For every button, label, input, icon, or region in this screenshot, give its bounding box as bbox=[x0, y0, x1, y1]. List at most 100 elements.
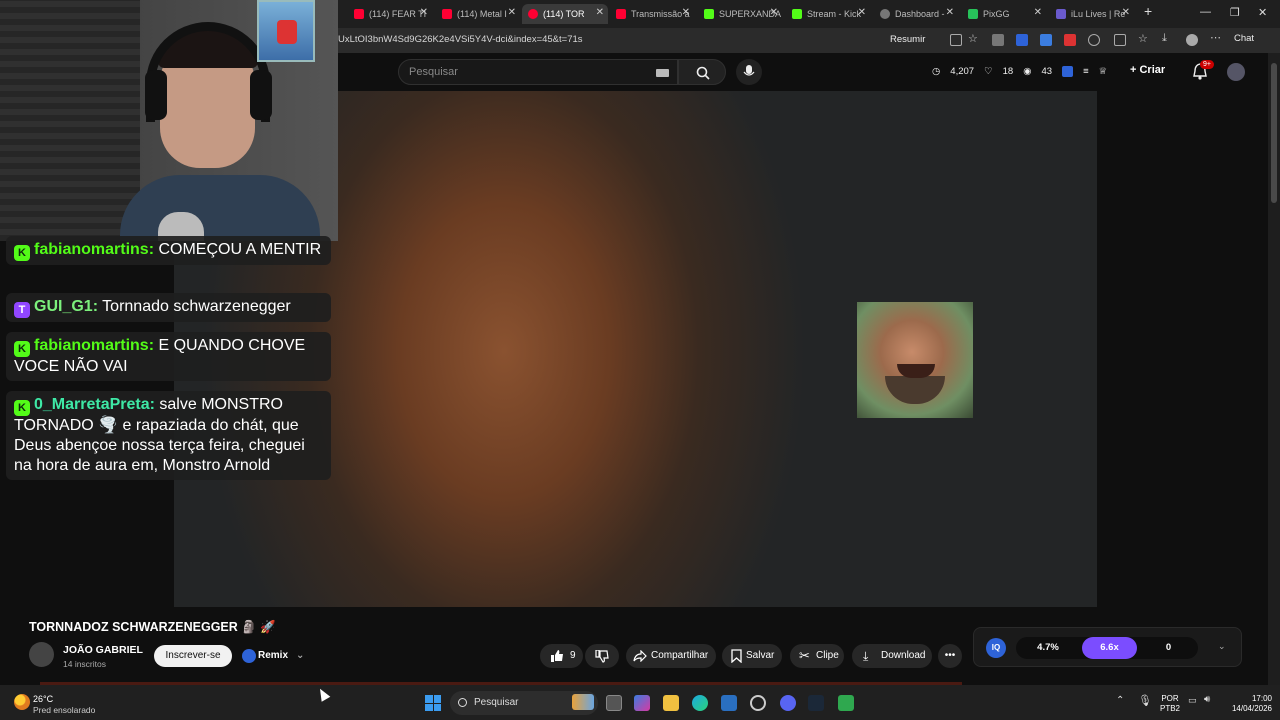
save-button[interactable]: Salvar bbox=[722, 644, 782, 668]
close-icon[interactable]: ✕ bbox=[508, 7, 516, 18]
bookmark-icon bbox=[731, 649, 742, 663]
copilot-icon[interactable] bbox=[634, 695, 650, 711]
language-indicator[interactable]: POR PTB2 bbox=[1160, 694, 1180, 714]
close-icon[interactable]: ✕ bbox=[858, 7, 866, 18]
store-icon[interactable] bbox=[721, 695, 737, 711]
page-scrollbar[interactable] bbox=[1268, 53, 1280, 685]
search-input[interactable]: Pesquisar bbox=[398, 59, 678, 85]
extension-icon[interactable] bbox=[1016, 34, 1028, 46]
remix-button[interactable]: Remix ⌄ bbox=[240, 645, 310, 667]
kick-icon: K bbox=[14, 245, 30, 261]
copilot-chat-button[interactable]: Chat bbox=[1234, 33, 1254, 44]
edge-icon[interactable] bbox=[692, 695, 708, 711]
chevron-up-icon[interactable]: ⌃ bbox=[1116, 695, 1124, 706]
browser-tab[interactable]: iLu Lives | Re ✕ bbox=[1050, 4, 1134, 24]
subscribe-button[interactable]: Inscrever-se bbox=[154, 645, 232, 667]
microphone-icon bbox=[743, 65, 755, 76]
task-view-icon[interactable] bbox=[606, 695, 622, 711]
translate-icon[interactable] bbox=[1040, 34, 1052, 46]
window-close-icon[interactable]: ✕ bbox=[1258, 6, 1267, 19]
start-button[interactable] bbox=[425, 695, 441, 711]
network-icon[interactable]: ▭ bbox=[1188, 695, 1197, 706]
close-icon[interactable]: ✕ bbox=[596, 7, 604, 18]
youtube-icon bbox=[442, 9, 452, 19]
voice-search-button[interactable] bbox=[736, 59, 762, 85]
browser-tab[interactable]: (114) Metal I ✕ bbox=[436, 4, 520, 24]
favorites-icon[interactable]: ☆ bbox=[1138, 32, 1150, 45]
share-button[interactable]: Compartilhar bbox=[626, 644, 716, 668]
close-icon[interactable]: ✕ bbox=[770, 7, 778, 18]
channel-avatar[interactable] bbox=[29, 642, 54, 667]
download-button[interactable]: ⤓ Download bbox=[852, 644, 932, 668]
views-icon: ◷ bbox=[932, 66, 941, 77]
eye-icon: ◉ bbox=[1023, 66, 1032, 77]
download-icon: ⤓ bbox=[863, 649, 869, 663]
browser-tab[interactable]: SUPERXANDA ✕ bbox=[698, 4, 782, 24]
app-icon[interactable] bbox=[750, 695, 766, 711]
keyboard-icon[interactable] bbox=[656, 69, 669, 77]
extension-icon[interactable] bbox=[1088, 34, 1100, 46]
close-icon[interactable]: ✕ bbox=[1122, 7, 1130, 18]
trophy-icon[interactable]: ♕ bbox=[1099, 66, 1108, 77]
account-avatar[interactable] bbox=[1227, 63, 1245, 81]
new-tab-icon[interactable]: + bbox=[1144, 3, 1152, 19]
star-icon[interactable]: ☆ bbox=[968, 32, 980, 45]
app-icon[interactable] bbox=[838, 695, 854, 711]
likes-icon: ♡ bbox=[984, 66, 993, 77]
weather-description: Pred ensolarado bbox=[33, 705, 96, 715]
profile-avatar[interactable] bbox=[1186, 34, 1198, 46]
extension-value[interactable]: 4.7% bbox=[1018, 637, 1078, 659]
extension-value-selected[interactable]: 6.6x bbox=[1082, 637, 1137, 659]
download-icon[interactable]: ⤓ bbox=[1162, 32, 1174, 44]
clock[interactable]: 17:00 14/04/2026 bbox=[1222, 694, 1272, 714]
channel-name[interactable]: JOÃO GABRIEL bbox=[63, 644, 143, 656]
browser-tab[interactable]: (114) FEAR TI ✕ bbox=[348, 4, 432, 24]
youtube-icon bbox=[528, 9, 538, 19]
chat-text: COMEÇOU A MENTIR bbox=[158, 241, 322, 258]
discord-icon[interactable] bbox=[780, 695, 796, 711]
browser-tab-active[interactable]: (114) TOR ✕ bbox=[522, 4, 608, 24]
browser-tab[interactable]: Dashboard - ✕ bbox=[874, 4, 958, 24]
notification-badge: 9+ bbox=[1200, 60, 1214, 69]
url-field[interactable]: UxLtOI3bnW4Sd9G26K2e4VSi5Y4V-dci&index=4… bbox=[338, 34, 583, 45]
browser-tab[interactable]: PixGG ✕ bbox=[962, 4, 1046, 24]
search-button[interactable] bbox=[678, 59, 726, 85]
browser-tab[interactable]: Stream - Kick ✕ bbox=[786, 4, 870, 24]
chevron-down-icon[interactable]: ⌄ bbox=[1218, 641, 1226, 652]
clip-button[interactable]: ✂ Clipe bbox=[790, 644, 844, 668]
close-icon[interactable]: ✕ bbox=[1034, 7, 1042, 18]
puzzle-icon[interactable] bbox=[1114, 34, 1126, 46]
chat-message: K 0_MarretaPreta: salve MONSTRO TORNADO 🌪… bbox=[6, 391, 331, 480]
dislike-button[interactable] bbox=[585, 644, 619, 668]
list-icon[interactable]: ≡ bbox=[1083, 66, 1089, 77]
weather-icon[interactable] bbox=[14, 694, 30, 710]
widget-icon[interactable] bbox=[572, 694, 594, 710]
share-icon bbox=[633, 650, 647, 662]
kick-icon bbox=[792, 9, 802, 19]
menu-icon[interactable]: ⋯ bbox=[1210, 31, 1222, 44]
create-button[interactable]: + Criar bbox=[1130, 64, 1165, 76]
close-icon[interactable]: ✕ bbox=[682, 7, 690, 18]
minimize-icon[interactable]: — bbox=[1200, 6, 1211, 18]
browser-tab[interactable]: Transmissão a ✕ bbox=[610, 4, 694, 24]
close-icon[interactable]: ✕ bbox=[420, 7, 428, 18]
steam-icon[interactable] bbox=[808, 695, 824, 711]
kick-icon bbox=[704, 9, 714, 19]
maximize-icon[interactable]: ❐ bbox=[1230, 6, 1240, 19]
extension-icon[interactable] bbox=[1062, 66, 1074, 77]
youtube-icon bbox=[616, 9, 626, 19]
extension-value[interactable]: 0 bbox=[1141, 637, 1196, 659]
extension-icon[interactable] bbox=[992, 34, 1004, 46]
scrollbar-thumb[interactable] bbox=[1271, 63, 1277, 203]
like-button[interactable]: 9 bbox=[540, 644, 583, 668]
reader-icon[interactable] bbox=[950, 34, 962, 46]
summarize-button[interactable]: Resumir bbox=[890, 34, 925, 45]
volume-icon[interactable]: 🔊︎ bbox=[1204, 694, 1210, 705]
close-icon[interactable]: ✕ bbox=[946, 7, 954, 18]
more-actions-button[interactable]: ••• bbox=[938, 644, 962, 668]
microphone-icon[interactable]: 🎙︎ bbox=[1138, 694, 1152, 707]
extension-logo[interactable]: IQ bbox=[986, 638, 1006, 658]
file-explorer-icon[interactable] bbox=[663, 695, 679, 711]
extension-icon[interactable] bbox=[1064, 34, 1076, 46]
video-title: TORNNADOZ SCHWARZENEGGER 🗿 🚀 bbox=[29, 620, 276, 634]
